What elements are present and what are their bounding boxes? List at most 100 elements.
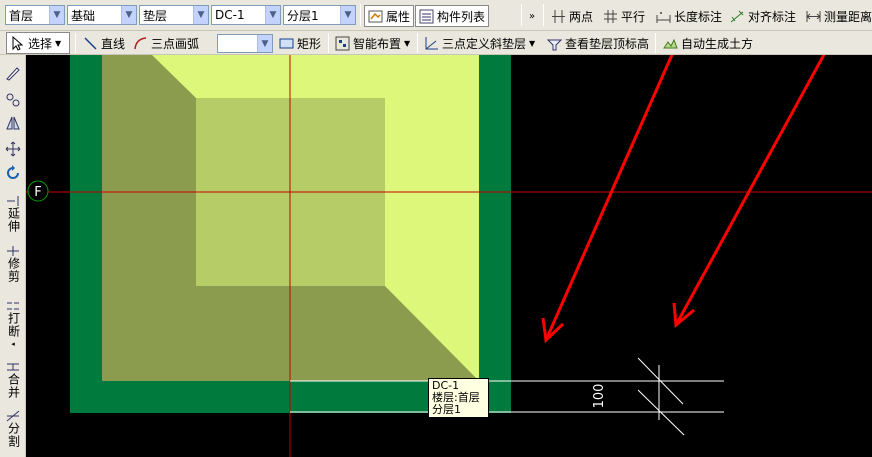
- view-top-elevation-label: 查看垫层顶标高: [565, 36, 650, 51]
- mirror-icon: [6, 116, 20, 130]
- extend-label: 延伸: [6, 207, 21, 233]
- break-button[interactable]: 打断 ◂: [2, 300, 24, 351]
- properties-label: 属性: [386, 9, 411, 24]
- annotation-arrow-line: [544, 55, 674, 341]
- line-icon: [84, 36, 97, 50]
- component-tooltip: DC-1 楼层:首层 分层1: [428, 378, 489, 418]
- define-slope-button[interactable]: 三点定义斜垫层 ▼: [421, 32, 538, 54]
- measure-distance-button[interactable]: 测量距离: [803, 5, 872, 27]
- line-label: 直线: [101, 36, 126, 51]
- length-dimension-button[interactable]: 长度标注: [653, 5, 725, 27]
- category-select[interactable]: 基础 ▼: [67, 5, 137, 25]
- dropdown-arrow-icon: ▼: [529, 38, 536, 48]
- split-label: 分割: [6, 422, 21, 448]
- properties-button[interactable]: 属性: [364, 5, 415, 27]
- pick-button[interactable]: [2, 65, 24, 81]
- rectangle-label: 矩形: [297, 36, 322, 51]
- break-label: 打断: [6, 312, 21, 338]
- layer-select[interactable]: 分层1 ▼: [283, 5, 356, 25]
- arc-icon: [134, 36, 147, 49]
- component-list-button[interactable]: 构件列表: [415, 5, 490, 27]
- aligned-dimension-icon: [730, 10, 744, 22]
- mirror-button[interactable]: [2, 115, 24, 131]
- length-dimension-label: 长度标注: [674, 9, 723, 24]
- list-icon: [419, 9, 434, 23]
- chevron-down-icon: ▼: [193, 6, 208, 24]
- extend-button[interactable]: 延伸: [2, 195, 24, 233]
- floor-select[interactable]: 首层 ▼: [5, 5, 65, 25]
- tooltip-layer: 分层1: [432, 403, 461, 416]
- chevron-down-icon: ▼: [121, 6, 136, 24]
- slope-icon: [425, 36, 438, 49]
- annotation-arrowhead: [672, 302, 695, 328]
- smart-layout-label: 智能布置: [353, 36, 402, 51]
- measure-distance-label: 测量距离: [824, 9, 872, 24]
- split-icon: [6, 410, 20, 422]
- two-points-button[interactable]: 两点: [548, 5, 596, 27]
- floor-select-value: 首层: [9, 8, 34, 23]
- aligned-dimension-label: 对齐标注: [748, 9, 797, 24]
- view-top-elevation-button[interactable]: 查看垫层顶标高: [544, 32, 652, 54]
- select-label: 选择: [28, 36, 53, 51]
- auto-generate-earthwork-button[interactable]: 自动生成土方: [660, 32, 756, 54]
- arc-options-select[interactable]: ▼: [217, 34, 273, 53]
- axis-label: F: [34, 185, 41, 200]
- select-button[interactable]: 选择 ▼: [6, 32, 70, 54]
- component-select-value: DC-1: [215, 8, 245, 22]
- category-select-value: 基础: [71, 8, 96, 23]
- toolbar-overflow-button[interactable]: »: [526, 5, 538, 27]
- cursor-arrow-icon: [12, 35, 24, 51]
- pen-icon: [6, 67, 20, 81]
- modify-toolbar: 延伸 修剪 打断 ◂ 合并 分割: [0, 55, 26, 457]
- two-points-label: 两点: [569, 9, 594, 24]
- component-type-select-value: 垫层: [143, 8, 168, 23]
- layer-select-value: 分层1: [287, 8, 319, 23]
- parallel-label: 平行: [621, 9, 646, 24]
- parallel-icon: [604, 9, 617, 23]
- split-button[interactable]: 分割: [2, 410, 24, 448]
- rectangle-button[interactable]: 矩形: [276, 32, 324, 54]
- dropdown-arrow-icon: ▼: [55, 38, 62, 48]
- toolbar-separator: [360, 4, 361, 26]
- rotate-button[interactable]: [2, 165, 24, 181]
- define-slope-label: 三点定义斜垫层: [442, 36, 527, 51]
- trim-button[interactable]: 修剪: [2, 245, 24, 283]
- line-button[interactable]: 直线: [80, 32, 128, 54]
- parallel-button[interactable]: 平行: [600, 5, 648, 27]
- two-points-icon: [552, 9, 565, 23]
- toolbar-separator: [75, 33, 76, 53]
- three-point-arc-button[interactable]: 三点画弧: [130, 32, 202, 54]
- smart-layout-button[interactable]: 智能布置 ▼: [332, 32, 413, 54]
- rotate-icon: [7, 165, 19, 179]
- trim-label: 修剪: [6, 257, 21, 283]
- dimension-value: 100: [592, 384, 607, 409]
- toolbar-separator: [521, 4, 522, 26]
- properties-icon: [368, 10, 383, 22]
- merge-button[interactable]: 合并: [2, 361, 24, 399]
- merge-icon: [7, 363, 19, 371]
- move-icon: [5, 141, 21, 157]
- component-type-select[interactable]: 垫层 ▼: [139, 5, 209, 25]
- chevron-down-icon: ▼: [265, 6, 280, 24]
- measure-icon: [806, 10, 821, 22]
- component-select[interactable]: DC-1 ▼: [211, 5, 281, 25]
- draw-toolbar: 选择 ▼ 直线 三点画弧 ▼ 矩形 智能布置 ▼ 三点定义斜垫层 ▼ 查看垫层顶…: [0, 31, 872, 55]
- main-toolbar: 首层 ▼ 基础 ▼ 垫层 ▼ DC-1 ▼ 分层1 ▼ 属性 构件列表 » 两点…: [0, 0, 872, 31]
- aligned-dimension-button[interactable]: 对齐标注: [727, 5, 799, 27]
- toolbar-separator: [417, 33, 418, 53]
- auto-generate-earthwork-label: 自动生成土方: [681, 36, 754, 51]
- earthwork-icon: [663, 38, 678, 48]
- chevron-down-icon: ▼: [340, 6, 355, 24]
- view-elevation-icon: [547, 39, 562, 50]
- copy-button[interactable]: [2, 92, 24, 108]
- break-icon: [7, 302, 19, 310]
- rectangle-icon: [279, 38, 294, 48]
- chevron-down-icon: ▼: [49, 6, 64, 24]
- copy-icon: [6, 93, 20, 107]
- extend-icon: [7, 196, 19, 206]
- trim-icon: [7, 246, 19, 256]
- toolbar-separator: [655, 33, 656, 53]
- move-button[interactable]: [2, 141, 24, 157]
- drawing-canvas[interactable]: F 100 DC-1 楼层:首层 分层1: [26, 55, 872, 457]
- component-list-label: 构件列表: [437, 9, 486, 24]
